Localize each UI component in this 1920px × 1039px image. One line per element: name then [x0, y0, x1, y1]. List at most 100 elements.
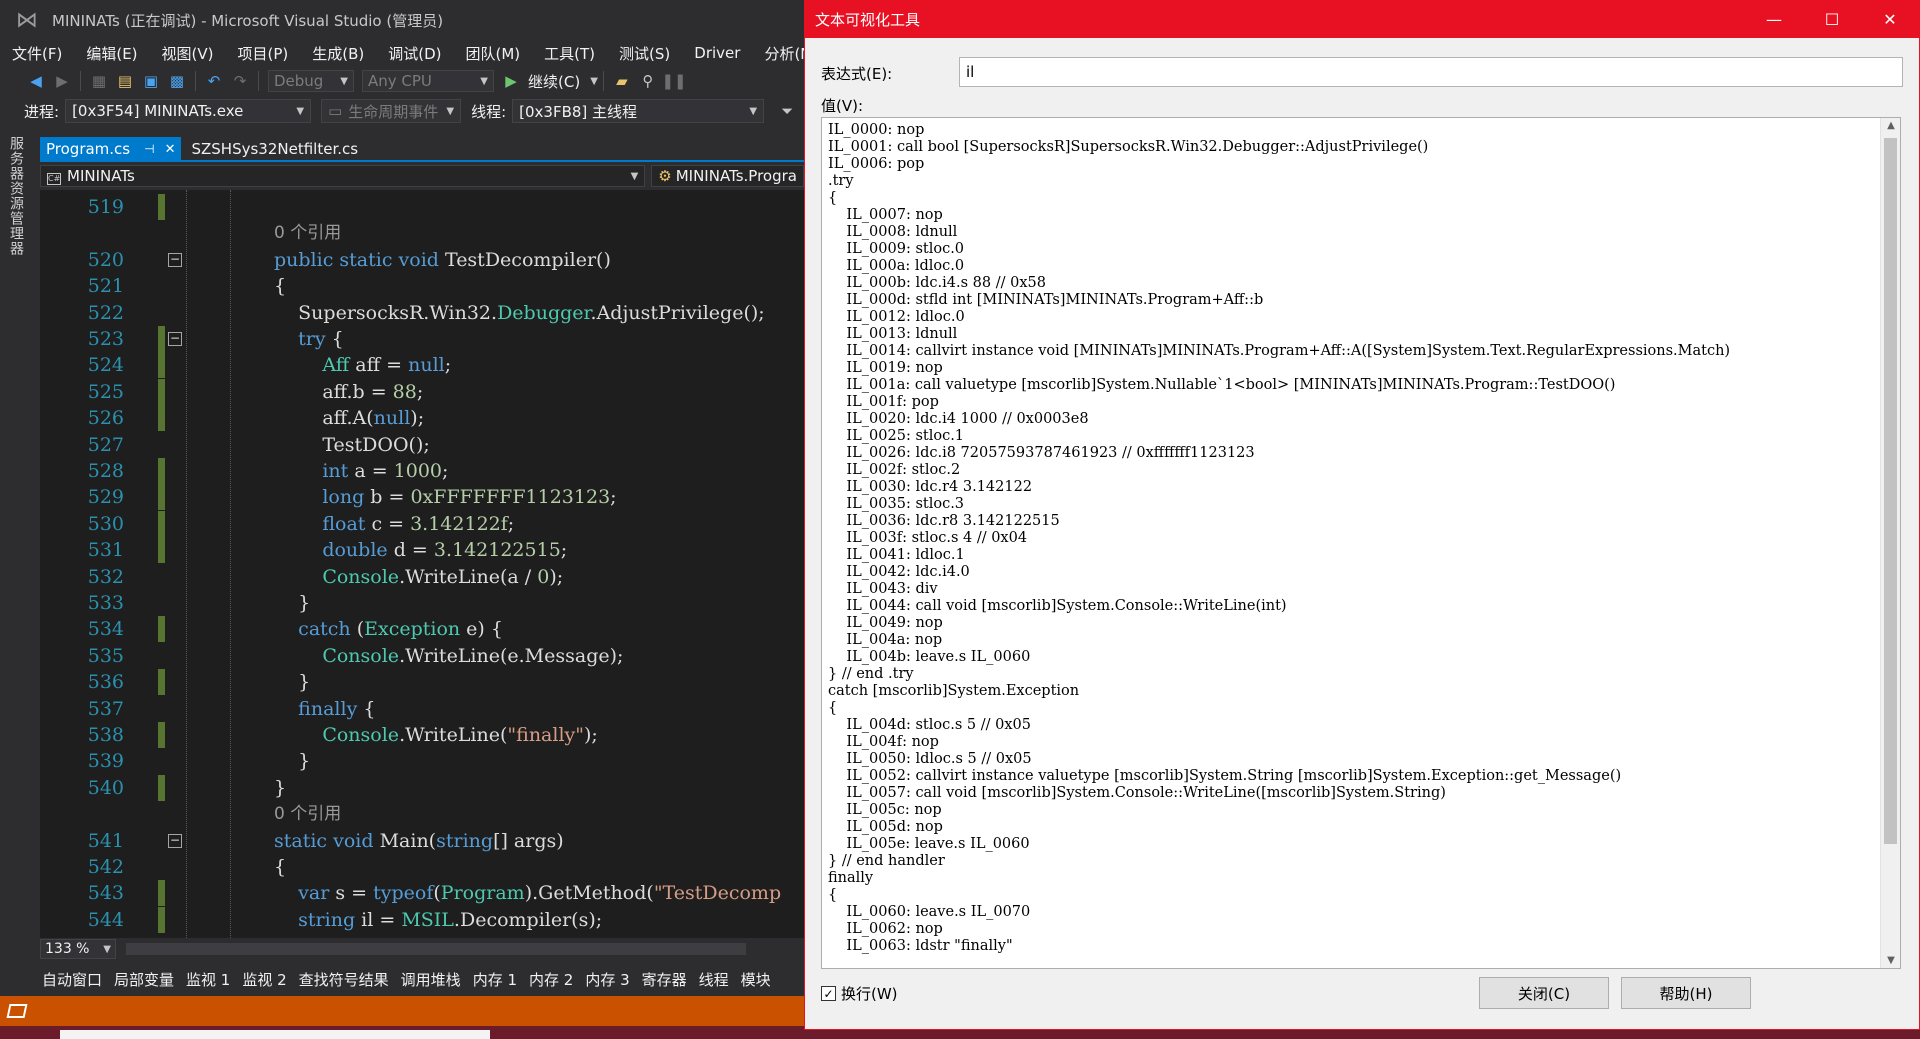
change-marker	[158, 484, 165, 511]
tab-modules[interactable]: 模块	[735, 969, 777, 990]
lifecycle-events-select[interactable]: ▭ 生命周期事件 ▼	[321, 99, 462, 123]
value-label: 值(V):	[821, 97, 864, 115]
menu-view[interactable]: 视图(V)	[150, 43, 226, 64]
code-line: 534 catch (Exception e) {	[40, 616, 804, 643]
scroll-up-icon[interactable]: ▲	[1881, 120, 1900, 131]
word-wrap-toggle[interactable]: ✓ 换行(W)	[821, 983, 898, 1004]
member-nav-select[interactable]: ⚙ MININATs.Progra	[651, 165, 804, 187]
server-explorer-tab[interactable]: 服务器资源管理器	[6, 136, 26, 256]
menu-file[interactable]: 文件(F)	[0, 43, 74, 64]
chevron-down-icon: ▼	[749, 105, 758, 117]
scrollbar-thumb[interactable]	[1884, 138, 1897, 844]
menu-edit[interactable]: 编辑(E)	[74, 43, 149, 64]
chevron-down-icon: ▼	[296, 105, 305, 117]
code-editor[interactable]: 519 0 个引用 520 − public static void TestDecom…	[40, 190, 804, 938]
tab-registers[interactable]: 寄存器	[636, 969, 693, 990]
tab-watch-2[interactable]: 监视 2	[236, 969, 292, 990]
pin-icon[interactable]: ⊣	[144, 142, 154, 156]
pause-icon[interactable]: ❚❚	[661, 70, 686, 92]
code-line: 527 TestDOO();	[40, 432, 804, 458]
menu-tools[interactable]: 工具(T)	[532, 43, 607, 64]
code-text: long b = 0xFFFFFFF1123123;	[322, 486, 617, 509]
close-icon[interactable]: ✕	[1861, 1, 1919, 38]
folder-icon[interactable]: ▰	[610, 70, 634, 92]
output-window-icon[interactable]	[6, 1004, 28, 1018]
line-number: 541	[87, 829, 124, 852]
taskbar-search-box[interactable]	[60, 1030, 490, 1039]
tab-memory-1[interactable]: 内存 1	[467, 969, 523, 990]
save-icon[interactable]: ▣	[139, 70, 163, 92]
minimize-icon[interactable]: —	[1745, 1, 1803, 38]
menu-build[interactable]: 生成(B)	[300, 43, 376, 64]
dialog-title: 文本可视化工具	[815, 11, 921, 29]
menu-test[interactable]: 测试(S)	[607, 43, 682, 64]
collapse-icon[interactable]: −	[168, 252, 182, 267]
code-text: }	[274, 592, 311, 614]
tab-autos[interactable]: 自动窗口	[36, 969, 108, 990]
code-text: Console.WriteLine(e.Message);	[322, 644, 624, 667]
undo-icon[interactable]: ↶	[202, 70, 226, 92]
code-text: int a = 1000;	[322, 460, 449, 482]
process-select[interactable]: [0x3F54] MININATs.exe ▼	[65, 99, 312, 123]
maximize-icon[interactable]: ☐	[1803, 1, 1861, 38]
vs-title-bar: ⋈ MININATs (正在调试) - Microsoft Visual Stu…	[0, 0, 820, 40]
value-textbox[interactable]: IL_0000: nop IL_0001: call bool [Superso…	[821, 117, 1901, 969]
toolbar-separator	[80, 71, 81, 91]
help-button[interactable]: 帮助(H)	[1621, 977, 1751, 1009]
forward-icon[interactable]: ▶	[50, 70, 74, 92]
new-project-icon[interactable]: ▦	[87, 70, 111, 92]
toolbar-separator	[258, 71, 259, 91]
continue-button[interactable]: 继续(C)	[528, 71, 580, 92]
project-nav-select[interactable]: C# MININATs ▼	[40, 165, 646, 187]
code-text: double d = 3.142122515;	[322, 539, 568, 562]
chevron-down-icon[interactable]: ▼	[590, 76, 598, 87]
menu-analyze[interactable]: 分析(N)	[752, 43, 804, 64]
tab-locals[interactable]: 局部变量	[108, 969, 180, 990]
collapse-icon[interactable]: −	[168, 833, 182, 848]
horizontal-scrollbar[interactable]	[126, 943, 746, 955]
find-icon[interactable]: ⚲	[636, 70, 660, 92]
menu-project[interactable]: 项目(P)	[226, 43, 301, 64]
continue-icon[interactable]: ▶	[499, 70, 523, 92]
save-all-icon[interactable]: ▩	[165, 70, 189, 92]
chevron-down-icon: ▼	[103, 943, 111, 955]
tab-szshsys32netfilter-cs[interactable]: SZSHSys32Netfilter.cs	[181, 137, 368, 161]
close-button[interactable]: 关闭(C)	[1479, 977, 1609, 1009]
code-line: 521 {	[40, 273, 804, 299]
back-icon[interactable]: ◀	[24, 70, 48, 92]
scroll-down-icon[interactable]: ▼	[1881, 955, 1900, 966]
tab-program-cs[interactable]: Program.cs ⊣ ✕	[40, 137, 182, 161]
tab-call-stack[interactable]: 调用堆栈	[395, 969, 467, 990]
filter-icon[interactable]: ⏷	[775, 100, 799, 122]
tab-memory-2[interactable]: 内存 2	[523, 969, 579, 990]
zoom-select[interactable]: 133 % ▼	[40, 939, 116, 959]
tab-watch-1[interactable]: 监视 1	[180, 969, 236, 990]
line-number: 535	[87, 644, 124, 667]
vertical-scrollbar[interactable]: ▲ ▼	[1880, 118, 1900, 968]
tab-threads[interactable]: 线程	[693, 969, 735, 990]
change-marker	[158, 616, 165, 643]
dialog-title-bar: 文本可视化工具 — ☐ ✕	[805, 1, 1919, 38]
code-line: 523 − try {	[40, 326, 804, 352]
line-number: 519	[87, 196, 124, 218]
tab-memory-3[interactable]: 内存 3	[579, 969, 635, 990]
line-number: 530	[87, 512, 124, 535]
thread-select[interactable]: [0x3FB8] 主线程 ▼	[512, 99, 765, 123]
menu-team[interactable]: 团队(M)	[454, 43, 533, 64]
menu-driver[interactable]: Driver	[682, 44, 752, 62]
tab-find-symbol-results[interactable]: 查找符号结果	[293, 969, 395, 990]
menu-debug[interactable]: 调试(D)	[376, 43, 453, 64]
code-line: 535 Console.WriteLine(e.Message);	[40, 643, 804, 669]
redo-icon[interactable]: ↷	[228, 70, 252, 92]
expression-input[interactable]: il	[959, 57, 1903, 87]
platform-select[interactable]: Any CPU ▼	[362, 70, 494, 92]
code-text: Aff aff = null;	[322, 354, 452, 377]
close-icon[interactable]: ✕	[165, 142, 176, 157]
open-file-icon[interactable]: ▤	[113, 70, 137, 92]
collapse-icon[interactable]: −	[168, 332, 182, 346]
csharp-project-icon: C#	[47, 173, 61, 185]
checkbox-checked-icon[interactable]: ✓	[821, 986, 836, 1001]
code-text: static void Main(string[] args)	[274, 829, 564, 852]
configuration-select[interactable]: Debug ▼	[268, 70, 354, 92]
code-line: 540}	[40, 774, 804, 801]
